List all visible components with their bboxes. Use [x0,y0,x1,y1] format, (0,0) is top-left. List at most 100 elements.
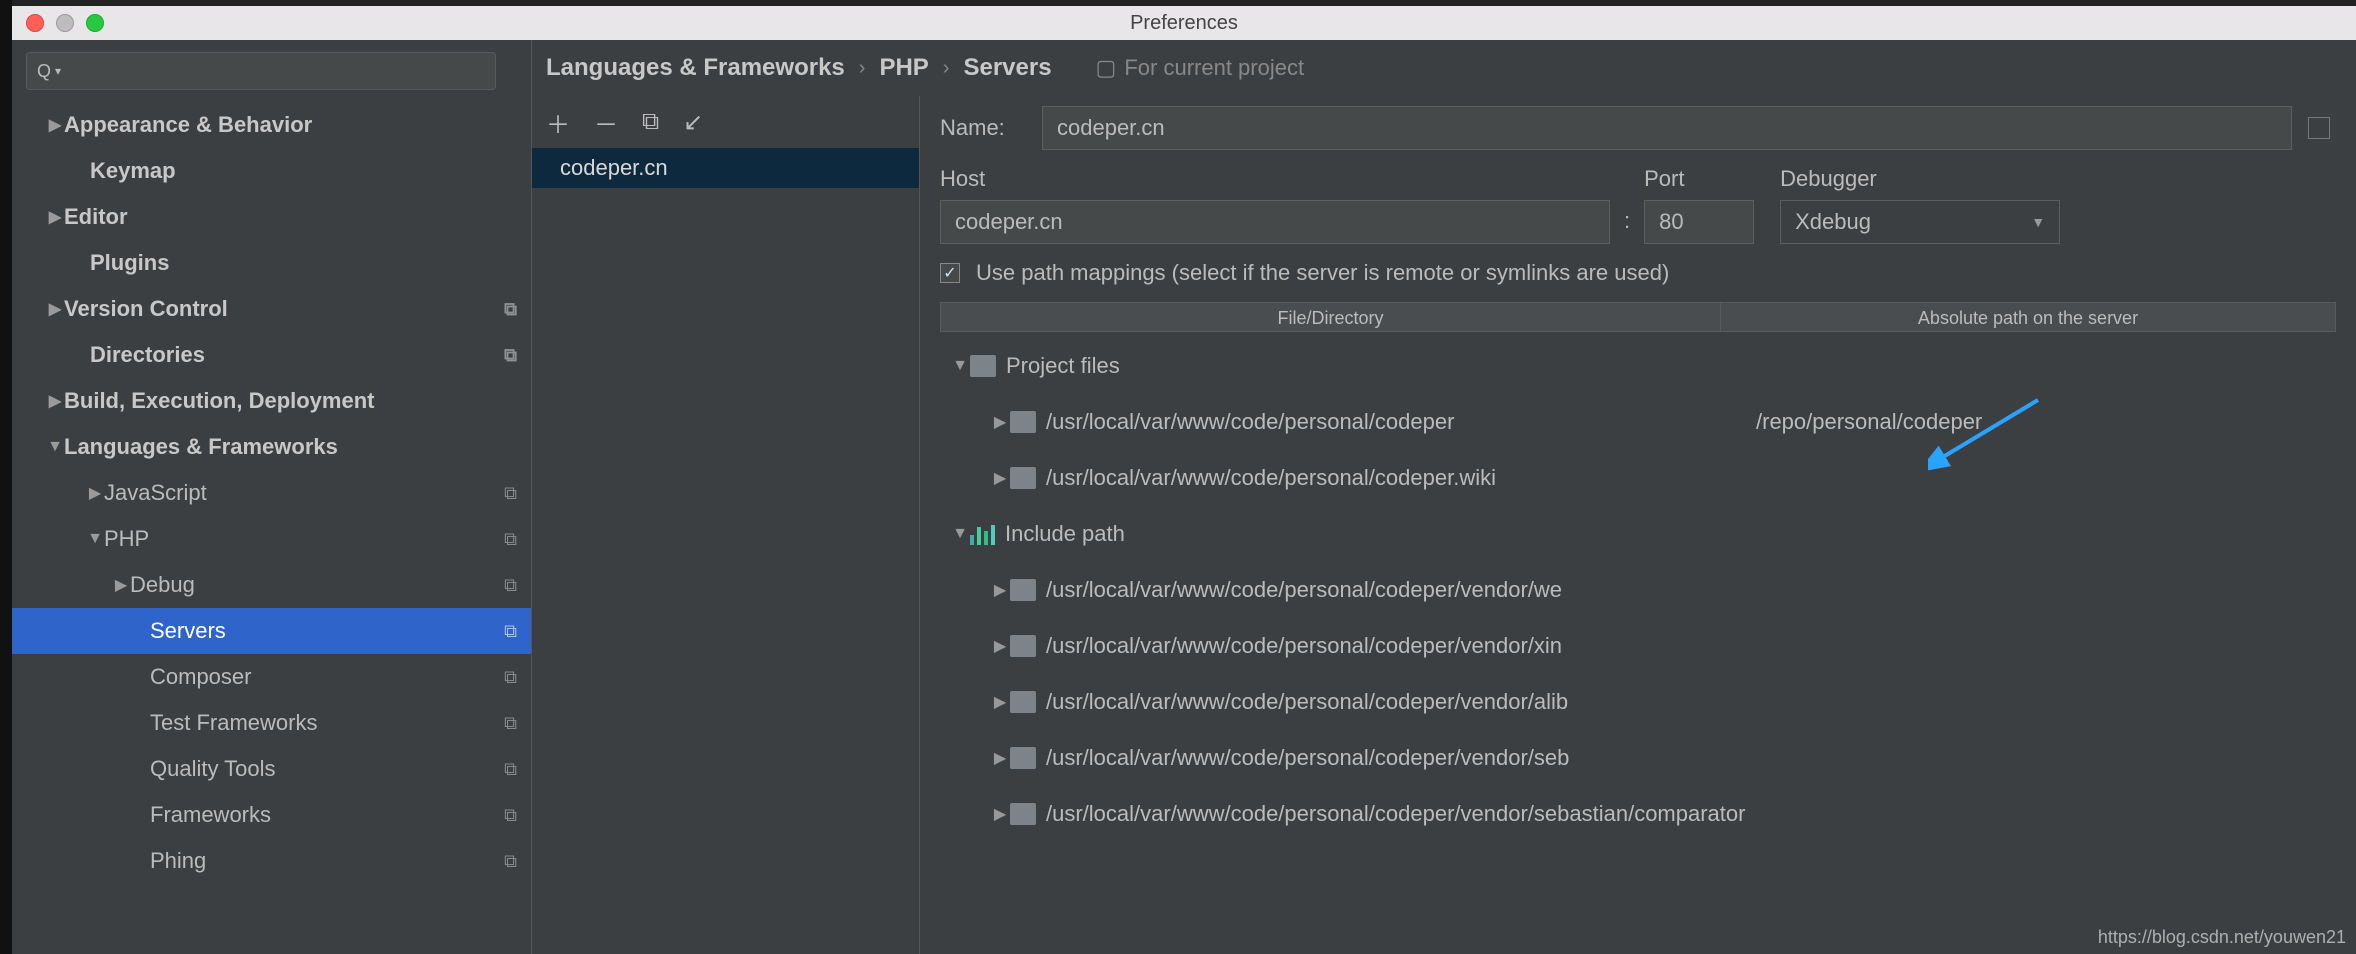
sidebar-item-label: Test Frameworks [150,710,504,736]
sidebar-item-label: Languages & Frameworks [64,434,531,460]
watermark: https://blog.csdn.net/youwen21 [2098,927,2346,948]
path-row[interactable]: ▶ /usr/local/var/www/code/personal/codepe… [940,450,2336,506]
path-mappings-tree: ▼Project files ▶ /usr/local/var/www/code/p… [940,332,2336,848]
project-scope-icon: ⧉ [504,345,517,366]
project-scope-icon: ⧉ [504,667,517,688]
expand-arrow-icon: ▼ [46,438,64,456]
sidebar-item-servers[interactable]: Servers⧉ [12,608,531,654]
include-row[interactable]: ▶/usr/local/var/www/code/personal/codepe… [940,674,2336,730]
servers-list: codeper.cn [532,148,919,954]
path-row[interactable]: ▶/usr/local/var/www/code/personal/codepe… [940,394,2336,450]
absolute-path-value[interactable]: /repo/personal/codeper [1756,409,1982,435]
content-area: Languages & Frameworks › PHP › Servers ▢… [532,40,2356,954]
use-path-mappings-checkbox[interactable]: ✓ [940,263,960,283]
scope-label: For current project [1124,55,1304,81]
sidebar-item-label: Version Control [64,296,504,322]
expand-arrow-icon: ▶ [990,636,1010,656]
sidebar-item-test-frameworks[interactable]: Test Frameworks⧉ [12,700,531,746]
sidebar-item-debug[interactable]: ▶Debug⧉ [12,562,531,608]
crumb-langfw[interactable]: Languages & Frameworks [546,54,845,82]
expand-arrow-icon: ▶ [990,804,1010,824]
project-scope-icon: ▢ [1096,55,1117,81]
sidebar-item-quality-tools[interactable]: Quality Tools⧉ [12,746,531,792]
server-list-item[interactable]: codeper.cn [532,148,919,188]
folder-icon [1010,411,1036,433]
sidebar-item-label: Plugins [90,250,531,276]
sidebar-item-label: Debug [130,572,504,598]
project-files-node[interactable]: ▼Project files [940,338,2336,394]
include-row[interactable]: ▶/usr/local/var/www/code/personal/codepe… [940,730,2336,786]
window-title: Preferences [1130,12,1238,35]
project-scope-icon: ⧉ [504,759,517,780]
folder-icon [1010,635,1036,657]
expand-arrow-icon: ▶ [46,299,64,319]
search-icon: Q [37,61,51,82]
server-form-panel: Name: Host : Port [920,96,2356,954]
port-input[interactable] [1644,200,1754,244]
host-input[interactable] [940,200,1610,244]
search-wrap: Q▾ [12,40,531,98]
sidebar-item-version-control[interactable]: ▶Version Control⧉ [12,286,531,332]
sidebar-item-label: Keymap [90,158,531,184]
copy-server-button[interactable]: ⧉ [642,108,659,136]
crumb-php[interactable]: PHP [879,54,928,82]
folder-icon [1010,747,1036,769]
sidebar-item-label: Quality Tools [150,756,504,782]
sidebar-item-label: Composer [150,664,504,690]
path-label: /usr/local/var/www/code/personal/codeper… [1046,689,1756,715]
expand-arrow-icon: ▶ [990,412,1010,432]
include-row[interactable]: ▶/usr/local/var/www/code/personal/codepe… [940,562,2336,618]
chevron-right-icon: › [943,57,950,80]
sidebar-item-keymap[interactable]: Keymap [12,148,531,194]
close-window-button[interactable] [26,14,44,32]
expand-arrow-icon: ▶ [990,580,1010,600]
name-input[interactable] [1042,106,2292,150]
expand-arrow-icon: ▶ [990,468,1010,488]
use-path-label: Use path mappings (select if the server … [976,260,1669,286]
sidebar-item-php[interactable]: ▼PHP⧉ [12,516,531,562]
include-row[interactable]: ▶/usr/local/var/www/code/personal/codepe… [940,618,2336,674]
shared-checkbox[interactable] [2308,117,2330,139]
col-abs: Absolute path on the server [1721,303,2335,331]
sidebar-item-directories[interactable]: Directories⧉ [12,332,531,378]
sidebar-item-label: Editor [64,204,531,230]
sidebar-item-editor[interactable]: ▶Editor [12,194,531,240]
remove-server-button[interactable]: － [594,105,618,140]
sidebar-item-label: Build, Execution, Deployment [64,388,531,414]
add-server-button[interactable]: ＋ [546,105,570,140]
sidebar-item-build-execution-deployment[interactable]: ▶Build, Execution, Deployment [12,378,531,424]
search-input[interactable]: Q▾ [26,52,496,90]
servers-toolbar: ＋ － ⧉ ↙ [532,96,919,148]
sidebar-item-frameworks[interactable]: Frameworks⧉ [12,792,531,838]
include-path-node[interactable]: ▼Include path [940,506,2336,562]
preferences-window: Preferences Q▾ ▶Appearance & BehaviorKey… [12,6,2356,954]
window-controls [26,14,104,32]
path-label: /usr/local/var/www/code/personal/codeper… [1046,801,1756,827]
expand-arrow-icon: ▶ [46,391,64,411]
folder-icon [1010,467,1036,489]
dropdown-icon: ▾ [55,64,61,78]
project-scope-icon: ⧉ [504,851,517,872]
settings-sidebar: Q▾ ▶Appearance & BehaviorKeymap▶EditorPl… [12,40,532,954]
path-columns-header: File/Directory Absolute path on the serv… [940,302,2336,332]
expand-arrow-icon: ▼ [86,530,104,548]
crumb-servers: Servers [963,54,1051,82]
debugger-value: Xdebug [1795,209,1871,235]
folder-icon [1010,579,1036,601]
debugger-select[interactable]: Xdebug ▼ [1780,200,2060,244]
project-scope-icon: ⧉ [504,575,517,596]
import-server-button[interactable]: ↙ [683,108,703,137]
sidebar-item-phing[interactable]: Phing⧉ [12,838,531,884]
sidebar-item-appearance-behavior[interactable]: ▶Appearance & Behavior [12,102,531,148]
sidebar-item-javascript[interactable]: ▶JavaScript⧉ [12,470,531,516]
path-label: /usr/local/var/www/code/personal/codeper… [1046,465,1756,491]
sidebar-item-composer[interactable]: Composer⧉ [12,654,531,700]
name-label: Name: [940,115,1026,141]
include-row[interactable]: ▶ /usr/local/var/www/code/personal/codepe… [940,786,2336,842]
minimize-window-button[interactable] [56,14,74,32]
sidebar-item-plugins[interactable]: Plugins [12,240,531,286]
sidebar-item-languages-frameworks[interactable]: ▼Languages & Frameworks [12,424,531,470]
zoom-window-button[interactable] [86,14,104,32]
window-titlebar: Preferences [12,6,2356,40]
project-scope-icon: ⧉ [504,529,517,550]
